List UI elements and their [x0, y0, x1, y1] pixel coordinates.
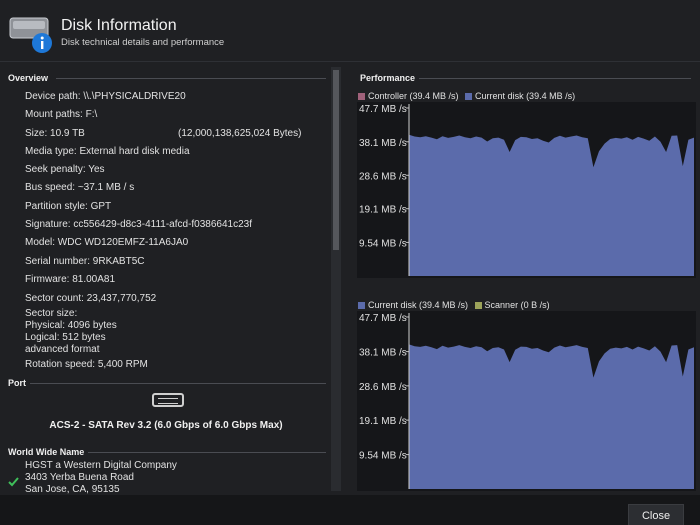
y-tick-label: 47.7 MB /s [359, 313, 407, 324]
performance-heading: Performance [360, 73, 416, 83]
wwn-heading: World Wide Name [8, 447, 85, 457]
mount-paths: Mount paths: F:\ [25, 109, 98, 120]
y-tick-label: 28.6 MB /s [359, 171, 407, 182]
y-tick-label: 9.54 MB /s [359, 238, 407, 249]
y-tick-label: 28.6 MB /s [359, 382, 407, 393]
y-tick-label: 38.1 MB /s [359, 138, 407, 149]
disk-size-bytes: (12,000,138,625,024 Bytes) [178, 128, 302, 139]
legend-swatch-current-disk [465, 93, 473, 100]
chart1-legend: Controller (39.4 MB /s) Current disk (39… [358, 91, 575, 101]
performance-divider [419, 78, 691, 79]
overview-scroll-thumb[interactable] [333, 70, 339, 250]
media-type: Media type: External hard disk media [25, 146, 190, 157]
performance-chart-controller: 47.7 MB /s 38.1 MB /s 28.6 MB /s 19.1 MB /s… [357, 102, 696, 278]
overview-divider [56, 78, 326, 79]
sector-size-physical: Physical: 4096 bytes [25, 320, 117, 331]
wwn-address: 3403 Yerba Buena Road [25, 472, 134, 483]
y-tick-label: 47.7 MB /s [359, 104, 407, 115]
y-tick-label: 38.1 MB /s [359, 348, 407, 359]
serial-number: Serial number: 9RKABT5C [25, 256, 145, 267]
overview-heading: Overview [8, 73, 49, 83]
dialog-subtitle: Disk technical details and performance [61, 37, 225, 48]
seek-penalty: Seek penalty: Yes [25, 164, 105, 175]
rotation-speed: Rotation speed: 5,400 RPM [25, 359, 148, 370]
disk-info-icon [9, 17, 52, 53]
dialog-header: Disk Information Disk technical details … [0, 0, 700, 62]
y-tick-label: 9.54 MB /s [359, 451, 407, 462]
device-path: Device path: \\.\PHYSICALDRIVE20 [25, 91, 186, 102]
chart2-legend: Current disk (39.4 MB /s) Scanner (0 B /… [358, 300, 550, 310]
legend-swatch-current-disk-2 [358, 302, 365, 309]
y-tick-label: 19.1 MB /s [359, 416, 407, 427]
dialog-footer [0, 495, 700, 525]
dialog-title: Disk Information [61, 17, 177, 34]
legend-swatch-controller [358, 93, 365, 100]
sector-size-logical: Logical: 512 bytes [25, 332, 106, 343]
disk-size: Size: 10.9 TB [25, 128, 85, 139]
port-divider [30, 383, 326, 384]
sector-count: Sector count: 23,437,770,752 [25, 293, 157, 304]
series-area-current-disk [409, 344, 694, 489]
checkmark-icon [8, 477, 19, 487]
wwn-divider [88, 452, 326, 453]
legend-scanner: Scanner (0 B /s) [484, 300, 550, 310]
sector-format: advanced format [25, 344, 100, 355]
legend-current-disk: Current disk (39.4 MB /s) [475, 91, 576, 101]
legend-swatch-scanner [474, 302, 482, 309]
legend-controller: Controller (39.4 MB /s) [368, 91, 459, 101]
series-area-current-disk [409, 134, 694, 276]
wwn-vendor: HGST a Western Digital Company [25, 460, 177, 471]
legend-current-disk-2: Current disk (39.4 MB /s) [368, 300, 469, 310]
port-heading: Port [8, 378, 26, 388]
disk-signature: Signature: cc556429-d8c3-4111-afcd-f0386… [25, 219, 253, 230]
performance-chart-scanner: 47.7 MB /s 38.1 MB /s 28.6 MB /s 19.1 MB /s… [357, 311, 696, 491]
firmware: Firmware: 81.00A81 [25, 274, 116, 285]
bus-speed: Bus speed: ~37.1 MB / s [25, 182, 135, 193]
sector-size-label: Sector size: [25, 308, 78, 319]
sata-port-icon [152, 393, 184, 407]
y-tick-label: 19.1 MB /s [359, 205, 407, 216]
partition-style: Partition style: GPT [25, 201, 112, 212]
close-button[interactable]: Close [628, 504, 684, 525]
port-interface: ACS-2 - SATA Rev 3.2 (6.0 Gbps of 6.0 Gb… [49, 420, 283, 431]
disk-model: Model: WDC WD120EMFZ-11A6JA0 [25, 237, 189, 248]
